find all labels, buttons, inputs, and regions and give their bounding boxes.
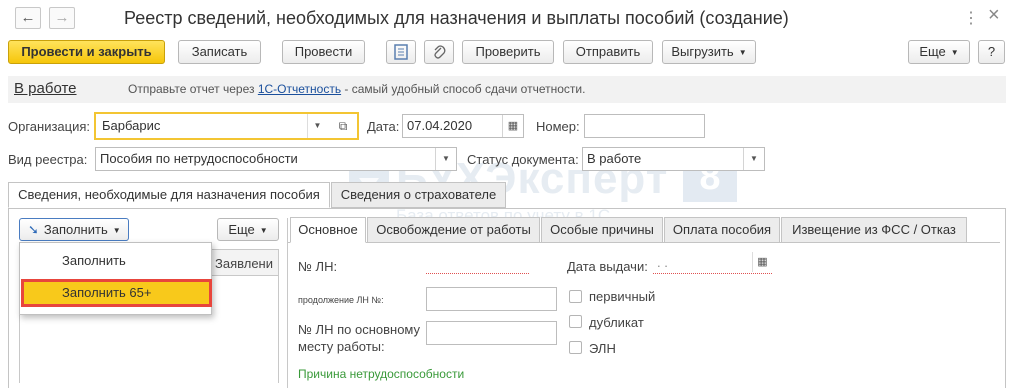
write-button[interactable]: Записать: [178, 40, 261, 64]
chevron-down-icon[interactable]: ▼: [307, 114, 327, 138]
attachment-icon[interactable]: [424, 40, 454, 64]
ln-label: № ЛН:: [298, 259, 338, 274]
issue-date-label: Дата выдачи:: [567, 259, 648, 274]
registry-value: Пособия по нетрудоспособности: [100, 151, 298, 166]
org-field[interactable]: Барбарис ▼ ⧉: [94, 112, 359, 140]
primary-checkbox[interactable]: [569, 290, 582, 303]
more-button[interactable]: Еще ▼: [908, 40, 970, 64]
column-header-applications[interactable]: Заявлени: [215, 256, 277, 271]
cause-section-title: Причина нетрудоспособности: [298, 367, 465, 381]
more-vert-icon[interactable]: ⋮: [963, 8, 979, 28]
help-button[interactable]: ?: [978, 40, 1005, 64]
reporting-link[interactable]: 1С-Отчетность: [258, 82, 341, 96]
ln-field[interactable]: [426, 252, 529, 274]
main-ln-label-1: № ЛН по основному: [298, 322, 421, 337]
tab-fss-notice[interactable]: Извещение из ФСС / Отказ: [781, 217, 967, 243]
post-and-close-button[interactable]: Провести и закрыть: [8, 40, 165, 64]
unload-label: Выгрузить: [671, 44, 734, 59]
chevron-down-icon[interactable]: ▼: [435, 148, 456, 170]
status-suffix: - самый удобный способ сдачи отчетности.: [341, 82, 586, 96]
menu-item-fill-65[interactable]: Заполнить 65+: [62, 285, 151, 300]
check-button[interactable]: Проверить: [462, 40, 554, 64]
left-more-button[interactable]: Еще ▼: [217, 218, 279, 241]
calendar-icon[interactable]: ▦: [502, 115, 523, 137]
tab-insurer-info[interactable]: Сведения о страхователе: [331, 182, 506, 208]
duplicate-checkbox[interactable]: [569, 315, 582, 328]
date-value: 07.04.2020: [407, 118, 473, 133]
chevron-down-icon[interactable]: ▼: [743, 148, 764, 170]
send-button[interactable]: Отправить: [563, 40, 653, 64]
status-message: Отправьте отчет через 1С-Отчетность - са…: [128, 82, 585, 96]
forward-button[interactable]: →: [49, 7, 75, 29]
fill-label: Заполнить: [43, 222, 108, 237]
registry-select[interactable]: Пособия по нетрудоспособности ▼: [95, 147, 457, 171]
document-state-link[interactable]: В работе: [14, 80, 77, 97]
chevron-down-icon: ▼: [112, 226, 121, 236]
tab-work-release[interactable]: Освобождение от работы: [367, 217, 540, 243]
org-label: Организация:: [8, 119, 91, 134]
left-more-label: Еще: [228, 222, 255, 237]
post-button[interactable]: Провести: [282, 40, 365, 64]
date-label: Дата:: [367, 119, 400, 134]
window-title: Реестр сведений, необходимых для назначе…: [124, 8, 789, 28]
eln-label: ЭЛН: [589, 341, 616, 356]
date-field[interactable]: 07.04.2020 ▦: [402, 114, 524, 138]
status-prefix: Отправьте отчет через: [128, 82, 258, 96]
unload-button[interactable]: Выгрузить ▼: [662, 40, 756, 64]
report-icon[interactable]: [386, 40, 416, 64]
close-icon[interactable]: ×: [988, 4, 1000, 27]
calendar-icon[interactable]: ▦: [752, 252, 772, 272]
status-select[interactable]: В работе ▼: [582, 147, 765, 171]
chevron-down-icon: ▼: [738, 47, 747, 57]
status-label: Статус документа:: [467, 152, 579, 167]
main-ln-label-2: месту работы:: [298, 339, 385, 354]
ln-continue-field[interactable]: [426, 287, 557, 311]
more-label: Еще: [919, 44, 946, 59]
status-value: В работе: [587, 151, 642, 166]
tab-main[interactable]: Основное: [290, 217, 366, 243]
fill-arrow-icon: ➘: [28, 222, 39, 237]
ln-continue-label: продолжение ЛН №:: [298, 295, 384, 305]
primary-label: первичный: [589, 289, 656, 304]
tab-special-reasons[interactable]: Особые причины: [541, 217, 663, 243]
tab-benefit-info[interactable]: Сведения, необходимые для назначения пос…: [8, 182, 330, 208]
back-button[interactable]: ←: [15, 7, 41, 29]
open-icon[interactable]: ⧉: [333, 114, 353, 138]
registry-label: Вид реестра:: [8, 152, 88, 167]
number-label: Номер:: [536, 119, 580, 134]
fill-button[interactable]: ➘ Заполнить ▼: [19, 218, 129, 241]
issue-date-value: . .: [657, 255, 668, 270]
number-field[interactable]: [584, 114, 705, 138]
issue-date-field[interactable]: . . ▦: [653, 252, 772, 274]
eln-checkbox[interactable]: [569, 341, 582, 354]
tab-benefit-payment[interactable]: Оплата пособия: [664, 217, 780, 243]
main-ln-field[interactable]: [426, 321, 557, 345]
org-value: Барбарис: [102, 118, 161, 133]
menu-item-fill[interactable]: Заполнить: [62, 253, 126, 268]
chevron-down-icon: ▼: [950, 47, 959, 57]
duplicate-label: дубликат: [589, 315, 644, 330]
chevron-down-icon: ▼: [259, 226, 268, 236]
